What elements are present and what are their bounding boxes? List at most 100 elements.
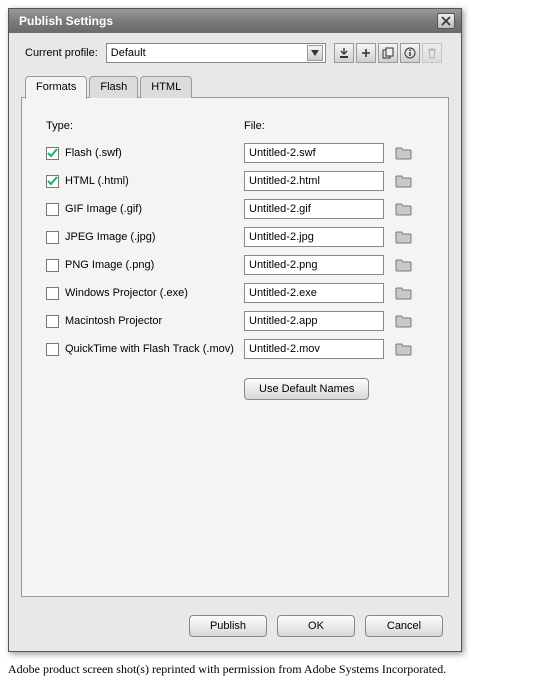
format-row: GIF Image (.gif) Untitled-2.gif bbox=[46, 198, 428, 220]
profile-toolbar bbox=[334, 43, 442, 63]
file-name-input[interactable]: Untitled-2.html bbox=[244, 171, 384, 191]
format-checkbox[interactable] bbox=[46, 259, 59, 272]
button-label: Cancel bbox=[387, 620, 421, 632]
browse-folder-button[interactable] bbox=[394, 340, 414, 358]
button-label: OK bbox=[308, 620, 324, 632]
type-cell: PNG Image (.png) bbox=[46, 259, 244, 272]
format-checkbox[interactable] bbox=[46, 287, 59, 300]
default-names-row: Use Default Names bbox=[244, 378, 428, 400]
browse-folder-button[interactable] bbox=[394, 284, 414, 302]
duplicate-icon bbox=[382, 47, 394, 59]
folder-icon bbox=[395, 202, 413, 216]
browse-folder-button[interactable] bbox=[394, 256, 414, 274]
type-cell: Windows Projector (.exe) bbox=[46, 287, 244, 300]
ok-button[interactable]: OK bbox=[277, 615, 355, 637]
browse-folder-button[interactable] bbox=[394, 144, 414, 162]
format-checkbox[interactable] bbox=[46, 231, 59, 244]
format-row: QuickTime with Flash Track (.mov) Untitle… bbox=[46, 338, 428, 360]
type-cell: GIF Image (.gif) bbox=[46, 203, 244, 216]
type-cell: QuickTime with Flash Track (.mov) bbox=[46, 343, 244, 356]
profile-label: Current profile: bbox=[25, 47, 98, 59]
tab-label: Flash bbox=[100, 81, 127, 93]
info-icon bbox=[404, 47, 416, 59]
file-name-input[interactable]: Untitled-2.png bbox=[244, 255, 384, 275]
caption-text: Adobe product screen shot(s) reprinted w… bbox=[8, 662, 541, 677]
close-button[interactable] bbox=[437, 13, 455, 29]
plus-icon bbox=[361, 48, 371, 58]
profile-row: Current profile: Default bbox=[9, 33, 461, 69]
browse-folder-button[interactable] bbox=[394, 228, 414, 246]
format-row: HTML (.html) Untitled-2.html bbox=[46, 170, 428, 192]
folder-icon bbox=[395, 286, 413, 300]
browse-folder-button[interactable] bbox=[394, 172, 414, 190]
type-cell: Macintosh Projector bbox=[46, 315, 244, 328]
file-name-value: Untitled-2.swf bbox=[249, 147, 316, 159]
file-name-value: Untitled-2.html bbox=[249, 175, 320, 187]
format-rows: Flash (.swf) Untitled-2.swf HTML (.html) Un… bbox=[46, 142, 428, 360]
format-type-label: Macintosh Projector bbox=[65, 315, 162, 327]
format-checkbox[interactable] bbox=[46, 315, 59, 328]
format-checkbox[interactable] bbox=[46, 175, 59, 188]
format-type-label: PNG Image (.png) bbox=[65, 259, 154, 271]
folder-icon bbox=[395, 342, 413, 356]
profile-select[interactable]: Default bbox=[106, 43, 326, 63]
file-name-input[interactable]: Untitled-2.jpg bbox=[244, 227, 384, 247]
format-checkbox[interactable] bbox=[46, 343, 59, 356]
type-cell: Flash (.swf) bbox=[46, 147, 244, 160]
browse-folder-button[interactable] bbox=[394, 200, 414, 218]
bottom-bar: Publish OK Cancel bbox=[9, 607, 461, 651]
tab-label: Formats bbox=[36, 81, 76, 93]
file-name-input[interactable]: Untitled-2.mov bbox=[244, 339, 384, 359]
publish-settings-dialog: Publish Settings Current profile: Defaul… bbox=[8, 8, 462, 652]
file-name-value: Untitled-2.gif bbox=[249, 203, 311, 215]
chevron-down-icon bbox=[307, 45, 323, 61]
folder-icon bbox=[395, 174, 413, 188]
tab-flash[interactable]: Flash bbox=[89, 76, 138, 98]
dialog-title: Publish Settings bbox=[19, 14, 113, 28]
column-headers: Type: File: bbox=[46, 120, 428, 132]
format-checkbox[interactable] bbox=[46, 147, 59, 160]
button-label: Publish bbox=[210, 620, 246, 632]
format-row: Flash (.swf) Untitled-2.swf bbox=[46, 142, 428, 164]
format-row: Windows Projector (.exe) Untitled-2.exe bbox=[46, 282, 428, 304]
file-name-value: Untitled-2.exe bbox=[249, 287, 317, 299]
folder-icon bbox=[395, 314, 413, 328]
browse-folder-button[interactable] bbox=[394, 312, 414, 330]
file-name-value: Untitled-2.png bbox=[249, 259, 318, 271]
format-type-label: Windows Projector (.exe) bbox=[65, 287, 188, 299]
file-name-input[interactable]: Untitled-2.swf bbox=[244, 143, 384, 163]
cancel-button[interactable]: Cancel bbox=[365, 615, 443, 637]
file-name-value: Untitled-2.mov bbox=[249, 343, 320, 355]
trash-icon bbox=[426, 47, 438, 59]
tab-label: HTML bbox=[151, 81, 181, 93]
profile-value: Default bbox=[111, 47, 146, 59]
tab-html[interactable]: HTML bbox=[140, 76, 192, 98]
format-row: PNG Image (.png) Untitled-2.png bbox=[46, 254, 428, 276]
file-name-value: Untitled-2.jpg bbox=[249, 231, 314, 243]
file-name-value: Untitled-2.app bbox=[249, 315, 318, 327]
file-header: File: bbox=[244, 120, 428, 132]
type-header: Type: bbox=[46, 120, 244, 132]
tab-formats[interactable]: Formats bbox=[25, 76, 87, 99]
titlebar: Publish Settings bbox=[9, 9, 461, 33]
profile-properties-button[interactable] bbox=[400, 43, 420, 63]
folder-icon bbox=[395, 230, 413, 244]
file-name-input[interactable]: Untitled-2.gif bbox=[244, 199, 384, 219]
import-profile-button[interactable] bbox=[334, 43, 354, 63]
format-checkbox[interactable] bbox=[46, 203, 59, 216]
file-name-input[interactable]: Untitled-2.app bbox=[244, 311, 384, 331]
format-type-label: HTML (.html) bbox=[65, 175, 129, 187]
import-icon bbox=[338, 47, 350, 59]
folder-icon bbox=[395, 258, 413, 272]
format-row: Macintosh Projector Untitled-2.app bbox=[46, 310, 428, 332]
publish-button[interactable]: Publish bbox=[189, 615, 267, 637]
delete-profile-button bbox=[422, 43, 442, 63]
format-type-label: Flash (.swf) bbox=[65, 147, 122, 159]
file-name-input[interactable]: Untitled-2.exe bbox=[244, 283, 384, 303]
use-default-names-button[interactable]: Use Default Names bbox=[244, 378, 369, 400]
add-profile-button[interactable] bbox=[356, 43, 376, 63]
tabs: Formats Flash HTML bbox=[9, 70, 461, 98]
formats-panel: Type: File: Flash (.swf) Untitled-2.swf HT… bbox=[21, 97, 449, 597]
duplicate-profile-button[interactable] bbox=[378, 43, 398, 63]
format-type-label: QuickTime with Flash Track (.mov) bbox=[65, 343, 234, 355]
